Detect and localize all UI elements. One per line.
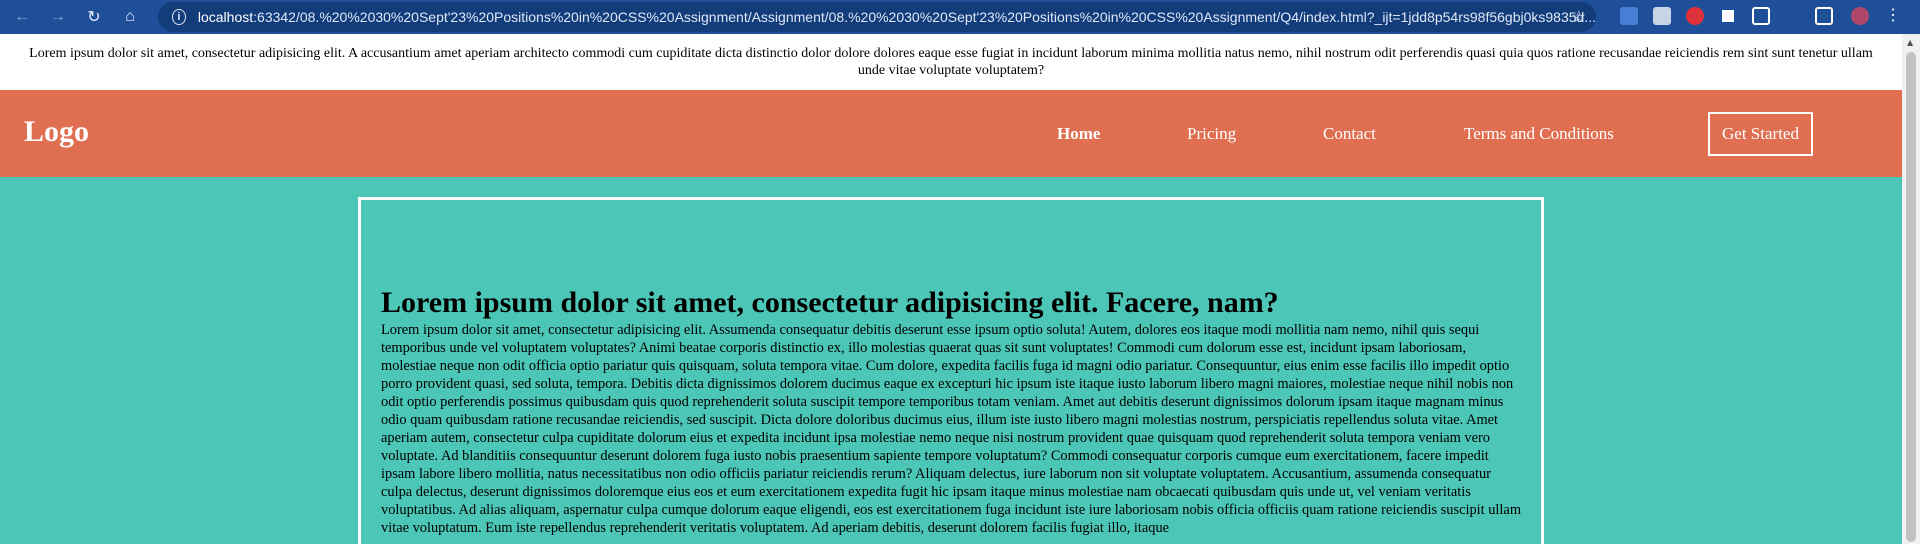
scroll-thumb[interactable]	[1906, 52, 1916, 542]
main-heading: Lorem ipsum dolor sit amet, consectetur …	[381, 286, 1279, 319]
content-box: Lorem ipsum dolor sit amet, consectetur …	[358, 197, 1544, 544]
logo[interactable]: Logo	[24, 115, 89, 149]
main-paragraph: Lorem ipsum dolor sit amet, consectetur …	[381, 322, 1522, 536]
translate-extension-icon[interactable]	[1620, 7, 1638, 25]
banner-text: Lorem ipsum dolor sit amet, consectetur …	[29, 46, 1873, 78]
avatar[interactable]	[1851, 7, 1869, 25]
info-icon[interactable]: i	[172, 9, 186, 25]
scroll-up-icon[interactable]: ▲	[1907, 38, 1913, 47]
home-icon[interactable]: ⌂	[116, 3, 144, 31]
extension-icon[interactable]	[1653, 7, 1671, 25]
top-banner: Lorem ipsum dolor sit amet, consectetur …	[0, 34, 1902, 90]
address-bar[interactable]: i localhost:63342/08.%20%2030%20Sept'23%…	[158, 2, 1596, 32]
get-started-button[interactable]: Get Started	[1708, 112, 1813, 156]
tab-search-icon[interactable]	[1719, 7, 1737, 25]
url-path: :63342/08.%20%2030%20Sept'23%20Positions…	[253, 9, 1596, 25]
star-icon[interactable]: ☆	[1572, 7, 1586, 27]
page-scrollbar[interactable]: ▲	[1902, 34, 1920, 544]
browser-toolbar: ← → ↻ ⌂ i localhost:63342/08.%20%2030%20…	[0, 0, 1920, 34]
more-menu-icon[interactable]: ⋮	[1884, 7, 1902, 25]
back-icon[interactable]: ←	[8, 3, 36, 31]
extensions-puzzle-icon[interactable]	[1752, 7, 1770, 25]
side-panel-icon[interactable]	[1815, 7, 1833, 25]
url-host: localhost	[197, 9, 254, 25]
nav-pricing[interactable]: Pricing	[1187, 124, 1236, 144]
nav-contact[interactable]: Contact	[1323, 124, 1376, 144]
reload-icon[interactable]: ↻	[80, 3, 108, 31]
nav-home[interactable]: Home	[1057, 124, 1100, 144]
extension-icon[interactable]	[1686, 7, 1704, 25]
nav-terms[interactable]: Terms and Conditions	[1464, 124, 1614, 144]
site-header: Logo Home Pricing Contact Terms and Cond…	[0, 90, 1902, 177]
forward-icon[interactable]: →	[44, 3, 72, 31]
